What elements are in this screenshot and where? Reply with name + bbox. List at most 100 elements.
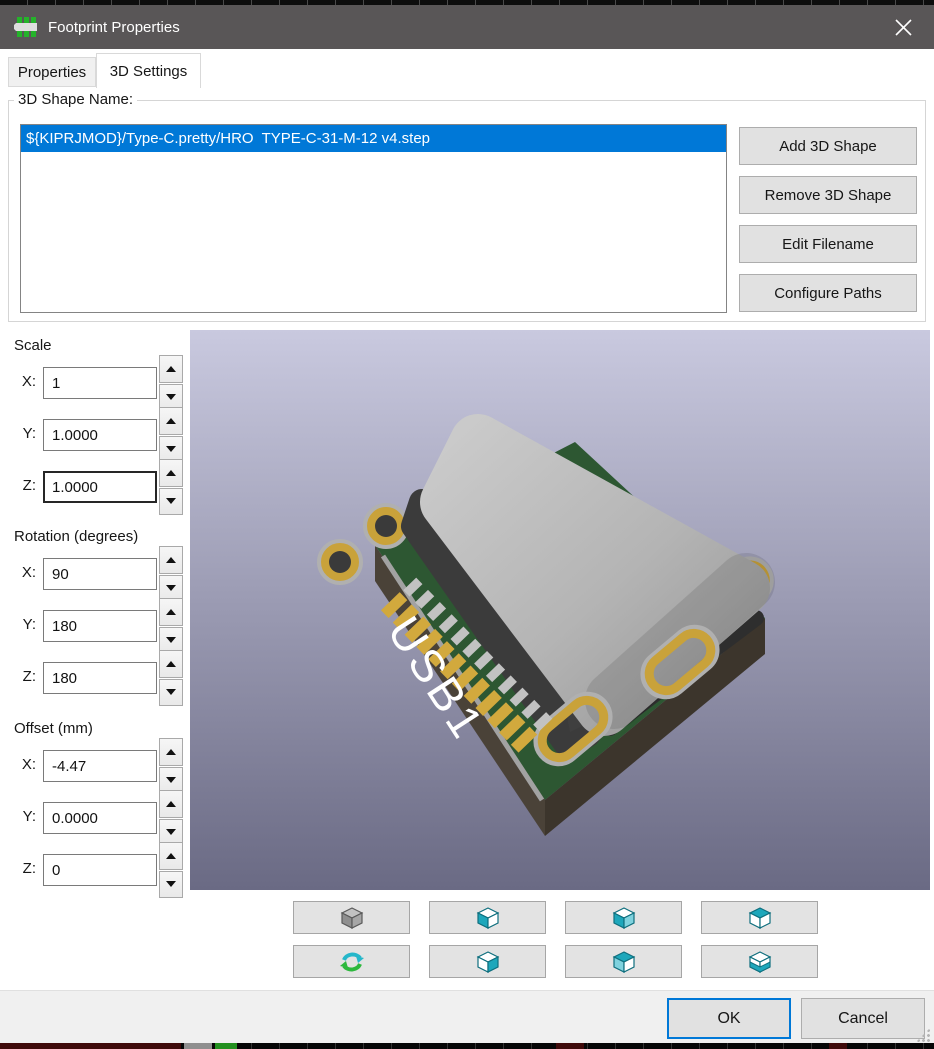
scale-z-row: Z: [0,471,190,503]
offset-z-input[interactable] [43,854,157,886]
rotation-y-spinner [159,598,183,654]
arrow-down-icon [166,498,176,504]
rotation-z-label: Z: [0,668,36,685]
spin-up-button[interactable] [159,355,183,383]
arrow-up-icon [166,853,176,859]
configure-paths-button[interactable]: Configure Paths [739,274,917,312]
rotation-x-input[interactable] [43,558,157,590]
spin-up-button[interactable] [159,407,183,435]
scale-x-row: X: [0,367,190,399]
arrow-up-icon [166,801,176,807]
arrow-up-icon [166,470,176,476]
cube-back-face-icon [611,949,637,975]
add-3d-shape-button[interactable]: Add 3D Shape [739,127,917,165]
arrow-up-icon [166,609,176,615]
offset-section-label: Offset (mm) [14,720,93,737]
arrow-down-icon [166,777,176,783]
spin-up-button[interactable] [159,598,183,626]
edit-filename-button[interactable]: Edit Filename [739,225,917,263]
shape-group-legend: 3D Shape Name: [14,91,137,108]
view-right-button[interactable] [429,945,546,978]
scale-y-input[interactable] [43,419,157,451]
spin-up-button[interactable] [159,546,183,574]
rotation-z-row: Z: [0,662,190,694]
scale-x-input[interactable] [43,367,157,399]
scale-y-spinner [159,407,183,463]
rotation-z-spinner [159,650,183,706]
scale-z-input[interactable] [43,471,157,503]
scale-z-spinner [159,459,183,515]
rotation-y-input[interactable] [43,610,157,642]
spin-down-button[interactable] [159,871,183,899]
spin-up-button[interactable] [159,738,183,766]
spin-up-button[interactable] [159,650,183,678]
cube-front-face-icon [611,905,637,931]
offset-x-label: X: [0,756,36,773]
arrow-down-icon [166,446,176,452]
rotation-section-label: Rotation (degrees) [14,528,138,545]
scale-x-spinner [159,355,183,411]
spin-up-button[interactable] [159,459,183,487]
spin-up-button[interactable] [159,790,183,818]
offset-y-spinner [159,790,183,846]
offset-y-label: Y: [0,808,36,825]
view-top-button[interactable] [701,901,818,934]
view-front-button[interactable] [565,901,682,934]
arrow-up-icon [166,418,176,424]
footprint-icon [13,16,39,38]
offset-z-spinner [159,842,183,898]
3d-preview-viewport[interactable]: USB1 [190,330,930,890]
rotation-x-spinner [159,546,183,602]
reload-view-button[interactable] [293,945,410,978]
reload-icon [339,949,365,975]
spin-up-button[interactable] [159,842,183,870]
arrow-down-icon [166,689,176,695]
ok-button[interactable]: OK [667,998,791,1039]
view-back-button[interactable] [565,945,682,978]
scale-y-label: Y: [0,425,36,442]
dialog-titlebar[interactable]: Footprint Properties [0,5,934,49]
shape-list-item-selected[interactable]: ${KIPRJMOD}/Type-C.pretty/HRO TYPE-C-31-… [21,125,726,152]
arrow-down-icon [166,829,176,835]
dialog-footer [0,990,934,1043]
tab-3d-settings-label: 3D Settings [110,63,188,80]
spin-down-button[interactable] [159,488,183,516]
tab-3d-settings[interactable]: 3D Settings [96,53,201,88]
arrow-down-icon [166,637,176,643]
rotation-x-row: X: [0,558,190,590]
close-icon [894,18,913,37]
offset-y-row: Y: [0,802,190,834]
scale-x-label: X: [0,373,36,390]
cube-left-face-icon [475,905,501,931]
rotation-y-label: Y: [0,616,36,633]
cube-right-face-icon [475,949,501,975]
cube-top-face-icon [747,905,773,931]
offset-z-label: Z: [0,860,36,877]
close-button[interactable] [880,5,926,49]
app-behind-strip-bottom [0,1043,934,1049]
offset-y-input[interactable] [43,802,157,834]
arrow-down-icon [166,585,176,591]
spin-down-button[interactable] [159,679,183,707]
scale-y-row: Y: [0,419,190,451]
arrow-down-icon [166,881,176,887]
rotation-y-row: Y: [0,610,190,642]
arrow-up-icon [166,661,176,667]
isometric-view-button[interactable] [293,901,410,934]
view-bottom-button[interactable] [701,945,818,978]
arrow-up-icon [166,366,176,372]
arrow-up-icon [166,749,176,755]
remove-3d-shape-button[interactable]: Remove 3D Shape [739,176,917,214]
shape-list[interactable]: ${KIPRJMOD}/Type-C.pretty/HRO TYPE-C-31-… [20,124,727,313]
view-left-button[interactable] [429,901,546,934]
cancel-button[interactable]: Cancel [801,998,925,1039]
tab-properties[interactable]: Properties [8,57,96,87]
scale-section-label: Scale [14,337,52,354]
offset-x-spinner [159,738,183,794]
offset-x-input[interactable] [43,750,157,782]
offset-z-row: Z: [0,854,190,886]
rotation-z-input[interactable] [43,662,157,694]
tab-properties-label: Properties [18,64,86,81]
offset-x-row: X: [0,750,190,782]
isometric-cube-icon [339,905,365,931]
